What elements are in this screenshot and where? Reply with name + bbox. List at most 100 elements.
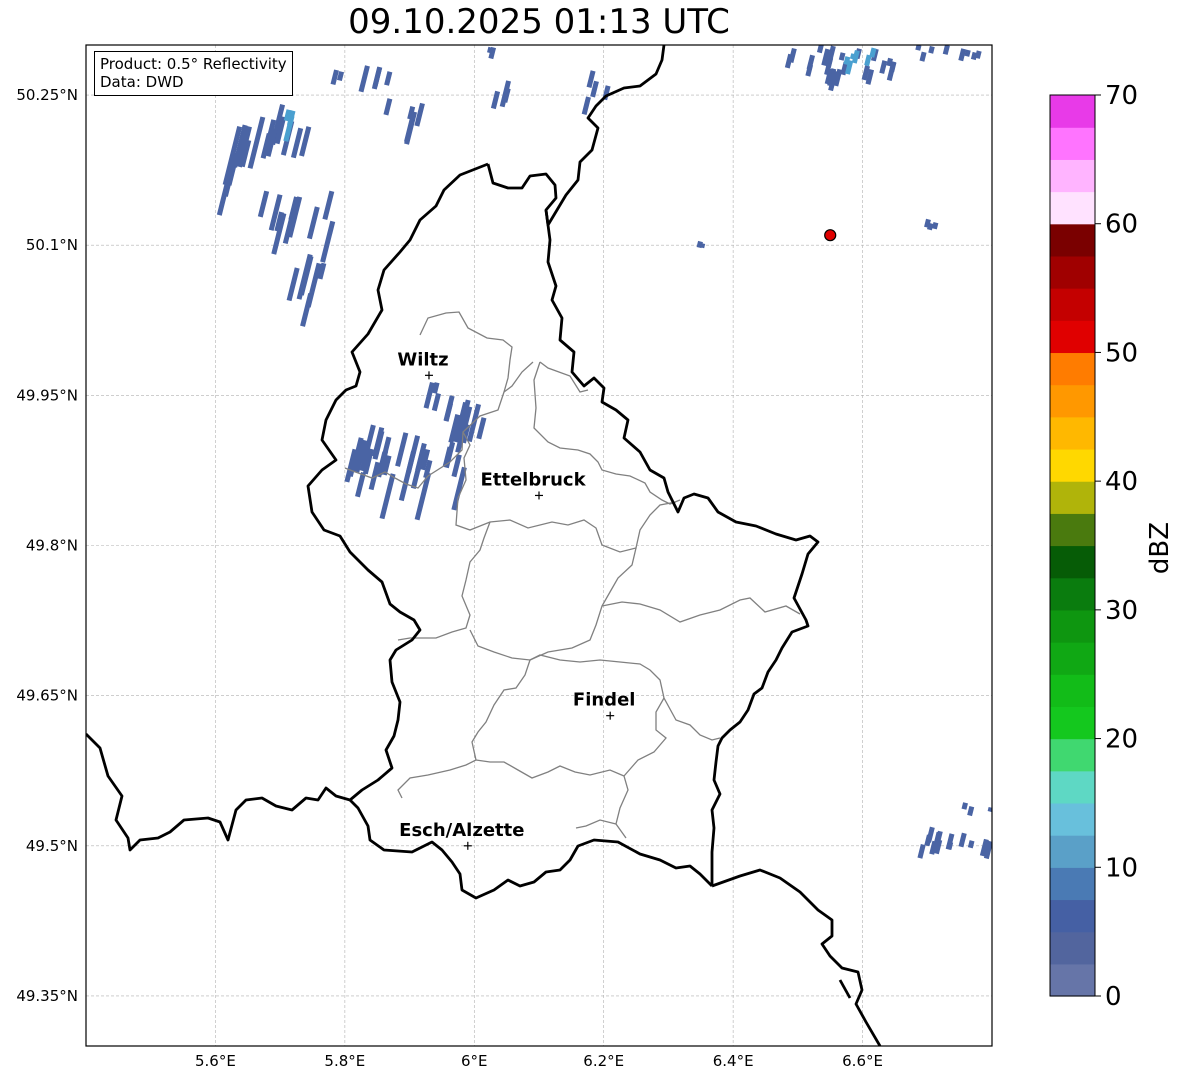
echo-streak: [502, 87, 511, 103]
echo-streak: [788, 47, 797, 63]
echo-streak: [372, 430, 385, 460]
echo-streak: [843, 56, 851, 66]
echo-streak: [924, 218, 931, 228]
echo-streak: [322, 190, 335, 221]
radar-map: WiltzEttelbruckFindelEsch/Alzette 5.6°E 5…: [16, 44, 993, 1070]
district-border: [539, 361, 589, 393]
echo-streak: [970, 51, 978, 61]
echo-streak: [926, 826, 935, 843]
reflectivity-echoes: [216, 45, 992, 860]
city-markers: Wiltz Ettelbruck Findel Esch/Alzette: [397, 349, 636, 850]
city-marker: Esch/Alzette: [399, 820, 524, 850]
city-label: Findel: [573, 690, 636, 711]
country-border: [86, 733, 351, 852]
axis-ticks: 5.6°E 5.8°E 6°E 6.2°E 6.4°E 6.6°E 50.25°N 50.1°…: [16, 86, 883, 1070]
echo-streak: [928, 45, 935, 54]
country-border: [711, 868, 882, 1046]
echo-streak: [816, 45, 824, 54]
lon-tick-label: 6.2°E: [583, 1052, 624, 1070]
echo-streak: [378, 457, 388, 473]
echo-streak: [915, 45, 922, 51]
echo-streak: [967, 840, 975, 849]
echo-streak: [431, 392, 441, 412]
product-label: Product: 0.5° Reflectivity: [100, 55, 287, 73]
echo-streak: [879, 60, 888, 74]
echo-streak: [383, 98, 393, 116]
echo-streak: [355, 471, 366, 498]
country-border: [544, 45, 666, 227]
echo-streak: [699, 242, 706, 249]
echo-streak: [851, 50, 860, 64]
lat-tick-label: 50.1°N: [26, 236, 78, 254]
echo-streak: [889, 61, 897, 73]
lat-tick-label: 49.5°N: [26, 837, 78, 855]
echo-streak: [861, 65, 870, 81]
echo-streak: [286, 267, 300, 302]
echo-streak: [964, 49, 971, 57]
echo-streak: [933, 839, 943, 855]
echo-streak: [919, 51, 927, 62]
echo-streak: [869, 47, 877, 58]
city-label: Ettelbruck: [480, 469, 586, 490]
echo-streak: [974, 50, 982, 59]
country-border: [349, 799, 713, 900]
echo-streak: [404, 118, 415, 143]
city-marker: Findel: [573, 690, 636, 720]
district-border: [397, 521, 491, 641]
district-border: [397, 659, 531, 799]
city-marker: Ettelbruck: [480, 469, 587, 500]
district-border: [455, 431, 677, 553]
lat-tick-label: 49.65°N: [16, 687, 78, 705]
echo-streak: [958, 48, 967, 62]
district-border: [601, 597, 801, 623]
echo-streak: [958, 832, 967, 848]
echo-streak: [864, 54, 872, 67]
echo-streak: [490, 90, 501, 110]
echo-streak: [806, 54, 815, 71]
echo-streak: [942, 45, 950, 55]
product-info-box: Product: 0.5° Reflectivity Data: DWD: [94, 51, 293, 96]
echo-streak: [398, 450, 417, 502]
echo-streak: [257, 190, 270, 218]
echo-streak: [320, 220, 336, 263]
echo-streak: [290, 127, 304, 159]
lat-tick-label: 49.8°N: [26, 537, 78, 555]
echo-streak: [590, 80, 599, 98]
lat-tick-label: 49.95°N: [16, 386, 78, 404]
echo-streak: [330, 69, 339, 86]
radar-site-marker: [824, 229, 837, 242]
lat-tick-label: 50.25°N: [16, 86, 78, 104]
lon-tick-label: 6.6°E: [842, 1052, 883, 1070]
echo-streak: [931, 222, 939, 230]
echo-streak: [967, 806, 975, 817]
city-label: Wiltz: [397, 349, 448, 370]
echo-streak: [300, 293, 314, 327]
echo-streak: [395, 432, 409, 467]
lat-tick-label: 49.35°N: [16, 987, 78, 1005]
echo-streak: [247, 116, 266, 169]
echo-streak: [476, 417, 487, 440]
country-border: [838, 979, 852, 999]
echo-streak: [443, 402, 454, 422]
echo-streak: [987, 806, 992, 813]
echo-streak: [336, 71, 345, 82]
echo-streak: [384, 71, 393, 86]
echo-streak: [886, 57, 893, 67]
echo-streak: [358, 65, 370, 93]
echo-streak: [379, 473, 396, 520]
lon-tick-label: 5.8°E: [324, 1052, 365, 1070]
echo-streak: [961, 802, 968, 810]
echo-streak: [487, 46, 494, 54]
echo-streak: [432, 382, 440, 394]
echo-streak: [581, 96, 591, 116]
lon-tick-label: 6°E: [461, 1052, 488, 1070]
echo-streak: [410, 470, 421, 489]
echo-streak: [991, 802, 992, 805]
district-border: [575, 819, 617, 829]
echo-streak: [299, 126, 312, 157]
echo-streak: [825, 45, 836, 68]
echo-streak: [586, 70, 596, 88]
echo-streak: [917, 844, 926, 859]
echo-streak: [306, 206, 320, 240]
city-marker: Wiltz: [397, 349, 449, 380]
